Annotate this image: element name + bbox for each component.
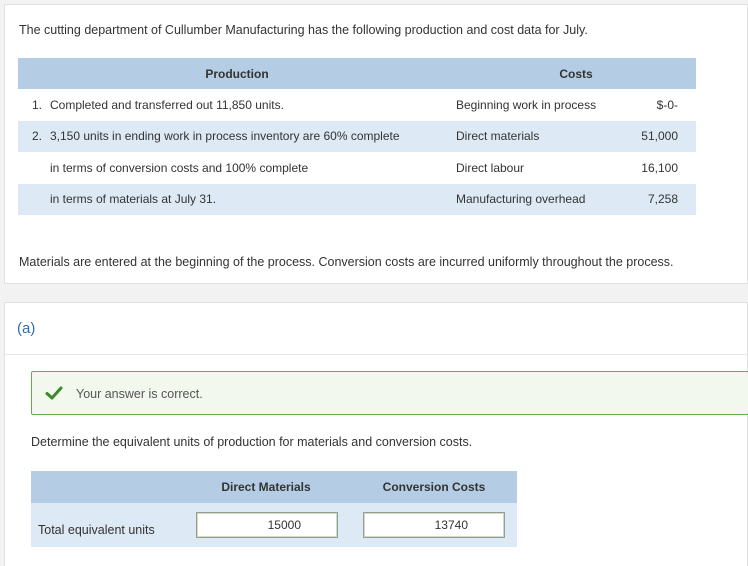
feedback-text: Your answer is correct. — [76, 387, 203, 401]
cost-amount: $-0- — [636, 89, 696, 121]
row-number — [18, 152, 48, 184]
cost-label: Manufacturing overhead — [456, 183, 636, 215]
part-label: (a) — [17, 320, 36, 337]
eu-data-row: Total equivalent units — [31, 503, 517, 547]
production-cost-table: Production Costs 1. Completed and transf… — [18, 58, 696, 215]
problem-panel: The cutting department of Cullumber Manu… — [4, 4, 748, 284]
cost-amount: 16,100 — [636, 152, 696, 184]
eu-header-row: Direct Materials Conversion Costs — [31, 471, 517, 503]
cost-label: Direct materials — [456, 120, 636, 152]
part-a-panel: (a) Your answer is correct. Determine th… — [4, 302, 748, 566]
header-direct-materials: Direct Materials — [221, 480, 311, 494]
table-row: 2. 3,150 units in ending work in process… — [18, 120, 696, 152]
production-desc: in terms of materials at July 31. — [48, 183, 456, 215]
checkmark-icon — [45, 386, 63, 400]
header-costs: Costs — [456, 58, 696, 89]
cost-label: Beginning work in process — [456, 89, 636, 121]
header-production: Production — [18, 58, 456, 89]
problem-intro: The cutting department of Cullumber Manu… — [19, 23, 588, 37]
cost-amount: 51,000 — [636, 120, 696, 152]
table-row: 1. Completed and transferred out 11,850 … — [18, 89, 696, 121]
part-header: (a) — [5, 303, 747, 355]
cost-amount: 7,258 — [636, 183, 696, 215]
total-equivalent-units-label: Total equivalent units — [38, 523, 155, 537]
cost-label: Direct labour — [456, 152, 636, 184]
process-note: Materials are entered at the beginning o… — [19, 255, 674, 269]
equivalent-units-table: Direct Materials Conversion Costs Total … — [31, 471, 517, 547]
table-row: in terms of materials at July 31. Manufa… — [18, 183, 696, 215]
conversion-eu-input[interactable] — [363, 512, 505, 538]
question-text: Determine the equivalent units of produc… — [31, 435, 473, 449]
header-conversion-costs: Conversion Costs — [382, 480, 486, 494]
row-number: 1. — [18, 89, 48, 121]
materials-eu-input[interactable] — [196, 512, 338, 538]
production-desc: Completed and transferred out 11,850 uni… — [48, 89, 456, 121]
row-number — [18, 183, 48, 215]
table-row: in terms of conversion costs and 100% co… — [18, 152, 696, 184]
production-desc: in terms of conversion costs and 100% co… — [48, 152, 456, 184]
production-desc: 3,150 units in ending work in process in… — [48, 120, 456, 152]
feedback-banner: Your answer is correct. — [31, 371, 748, 415]
row-number: 2. — [18, 120, 48, 152]
